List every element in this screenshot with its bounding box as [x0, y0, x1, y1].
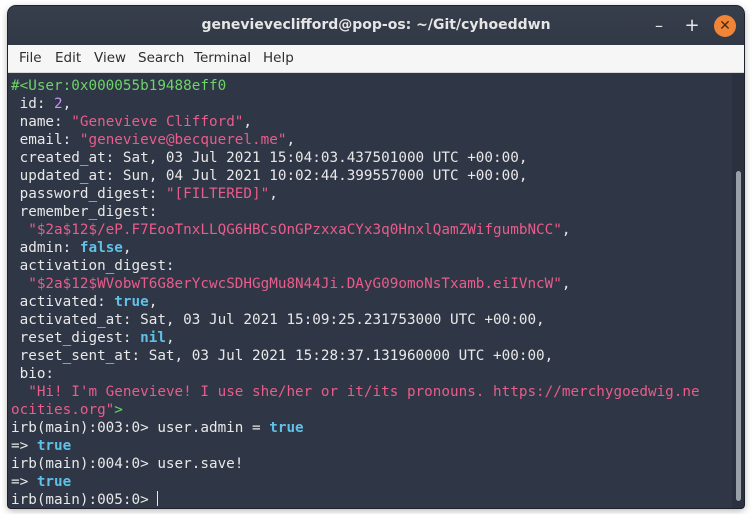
terminal-text: updated_at: Sun, 04 Jul 2021 10:02:44.39… [11, 168, 528, 184]
terminal-text: "[FILTERED]" [165, 186, 270, 202]
terminal-text: irb(main):003:0> user.admin = [11, 420, 270, 436]
menu-bar: File Edit View Search Terminal Help [8, 45, 744, 73]
terminal-text: false [79, 240, 123, 256]
terminal-line: activated: true, [11, 293, 158, 311]
terminal-text: ocities.org" [11, 402, 115, 418]
terminal-text: true [36, 474, 72, 490]
terminal-text: , [269, 186, 278, 202]
terminal-text: "$2a$12$/eP.F7EooTnxLLQG6HBCsOnGPzxxaCYx… [28, 222, 562, 238]
terminal-text: bio: [11, 366, 55, 382]
maximize-button[interactable]: + [681, 15, 703, 37]
terminal-text: irb(main):005:0> [11, 492, 158, 508]
terminal-line: email: "genevieve@becquerel.me", [11, 131, 295, 149]
terminal-line: created_at: Sat, 03 Jul 2021 15:04:03.43… [11, 149, 528, 167]
terminal-text: , [243, 114, 253, 130]
terminal-text: irb(main):004:0> user.save! [11, 456, 244, 472]
terminal-text: , [561, 276, 571, 292]
terminal-line: updated_at: Sun, 04 Jul 2021 10:02:44.39… [11, 167, 528, 185]
terminal-text: reset_digest: [11, 330, 141, 346]
terminal-line: reset_sent_at: Sat, 03 Jul 2021 15:28:37… [11, 347, 554, 365]
terminal-output[interactable]: #<User:0x000055b19488eff0 id: 2, name: "… [8, 73, 732, 508]
terminal-line: activation_digest: [11, 257, 175, 275]
terminal-text: activated_at: Sat, 03 Jul 2021 15:09:25.… [11, 312, 545, 328]
terminal-text: activation_digest: [11, 258, 175, 274]
minimize-button[interactable]: – [648, 15, 670, 37]
terminal-line: irb(main):004:0> user.save! [11, 455, 243, 473]
terminal-text: "Genevieve Clifford" [71, 114, 244, 130]
terminal-line: ocities.org"> [11, 401, 123, 419]
terminal-line: => true [11, 473, 71, 491]
terminal-line: #<User:0x000055b19488eff0 [11, 77, 226, 95]
terminal-line: reset_digest: nil, [11, 329, 175, 347]
menu-file[interactable]: File [19, 50, 42, 66]
menu-search[interactable]: Search [138, 50, 184, 66]
terminal-line: "$2a$12$WVobwT6G8erYcwcSDHGgMu8N44Ji.DAy… [11, 275, 571, 293]
terminal-text: reset_sent_at: Sat, 03 Jul 2021 15:28:37… [11, 348, 554, 364]
terminal-text: , [62, 96, 72, 112]
menu-help[interactable]: Help [263, 50, 294, 66]
terminal-line: id: 2, [11, 95, 72, 113]
terminal-text: activated: [11, 294, 115, 310]
terminal-text: , [148, 294, 158, 310]
menu-terminal[interactable]: Terminal [194, 50, 251, 66]
window-title: genevieveclifford@pop-os: ~/Git/cyhoeddw… [201, 17, 551, 33]
terminal-text: #<User:0x000055b19488eff0 [11, 78, 227, 94]
terminal-text: id: [11, 96, 55, 112]
terminal-line: remember_digest: [11, 203, 158, 221]
terminal-line: irb(main):003:0> user.admin = true [11, 419, 304, 437]
text-cursor [157, 491, 159, 506]
menu-edit[interactable]: Edit [55, 50, 81, 66]
terminal-text: "genevieve@becquerel.me" [79, 132, 287, 148]
scrollbar-thumb[interactable] [736, 171, 741, 501]
scrollbar[interactable] [732, 73, 744, 508]
terminal-text: , [122, 240, 132, 256]
terminal-line: password_digest: "[FILTERED]", [11, 185, 278, 203]
terminal-text: "Hi! I'm Genevieve! I use she/her or it/… [28, 384, 700, 400]
terminal-text: name: [11, 114, 72, 130]
terminal-text: true [36, 438, 72, 454]
terminal-line: bio: [11, 365, 54, 383]
terminal-line: admin: false, [11, 239, 132, 257]
terminal-text: => [11, 438, 37, 454]
terminal-text: remember_digest: [11, 204, 158, 220]
terminal-text: , [286, 132, 296, 148]
terminal-text: "$2a$12$WVobwT6G8erYcwcSDHGgMu8N44Ji.DAy… [28, 276, 562, 292]
terminal-text: email: [11, 132, 80, 148]
menu-view[interactable]: View [94, 50, 126, 66]
terminal-text: 2 [54, 96, 63, 112]
terminal-line: "Hi! I'm Genevieve! I use she/her or it/… [11, 383, 700, 401]
terminal-line: => true [11, 437, 71, 455]
terminal-text: created_at: Sat, 03 Jul 2021 15:04:03.43… [11, 150, 528, 166]
terminal-text: , [561, 222, 571, 238]
title-bar[interactable]: genevieveclifford@pop-os: ~/Git/cyhoeddw… [8, 6, 744, 45]
terminal-line: irb(main):005:0> [11, 491, 159, 508]
terminal-text: password_digest: [11, 186, 166, 202]
terminal-text: true [269, 420, 304, 436]
terminal-text: => [11, 474, 37, 490]
terminal-line: activated_at: Sat, 03 Jul 2021 15:09:25.… [11, 311, 545, 329]
terminal-line: name: "Genevieve Clifford", [11, 113, 252, 131]
terminal-text: , [165, 330, 175, 346]
terminal-window: genevieveclifford@pop-os: ~/Git/cyhoeddw… [8, 6, 744, 508]
terminal-text: true [114, 294, 149, 310]
terminal-line: "$2a$12$/eP.F7EooTnxLLQG6HBCsOnGPzxxaCYx… [11, 221, 571, 239]
terminal-text: nil [140, 330, 166, 346]
close-button[interactable]: ✕ [714, 15, 736, 37]
terminal-text: > [114, 402, 123, 418]
terminal-text: admin: [11, 240, 80, 256]
